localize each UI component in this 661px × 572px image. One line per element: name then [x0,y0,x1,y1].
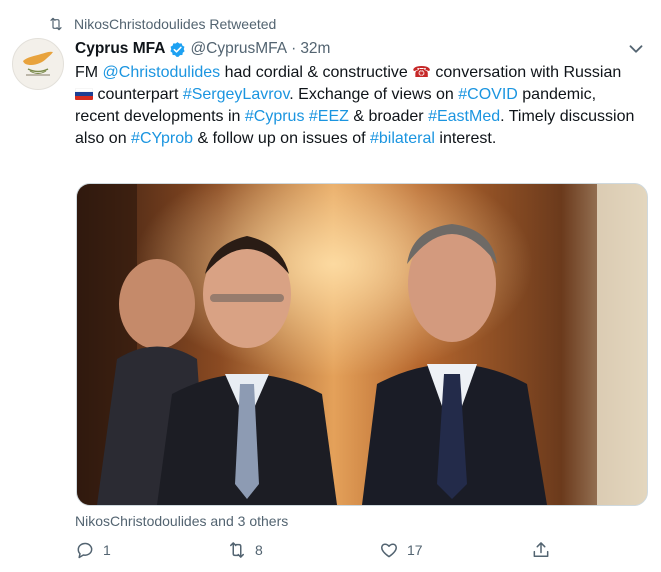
verified-badge-icon [170,41,186,57]
chevron-down-icon[interactable] [625,38,647,60]
reply-count: 1 [103,542,111,558]
cyprus-emblem-icon [23,51,53,76]
retweet-count: 8 [255,542,263,558]
author-handle[interactable]: @CyprusMFA [190,40,287,58]
tweet-photo[interactable] [76,183,648,506]
retweet-icon [230,542,244,558]
telephone-emoji-icon: ☎ [412,64,431,81]
share-icon [533,542,549,557]
avatar[interactable] [12,38,64,90]
reply-button[interactable]: 1 [75,540,111,560]
retweet-icon [50,17,62,31]
hashtag-link[interactable]: #COVID [458,86,518,103]
separator-dot: · [291,40,297,57]
tweet-actions: 1 8 17 [75,540,575,566]
liked-by-context[interactable]: NikosChristodoulides and 3 others [75,513,288,529]
retweet-label: NikosChristodoulides Retweeted [74,16,277,32]
like-button[interactable]: 17 [379,540,423,560]
hashtag-link[interactable]: #SergeyLavrov [183,86,289,103]
reply-icon [77,542,93,559]
hashtag-link[interactable]: #Cyprus [245,108,305,125]
tweet-header: Cyprus MFA @CyprusMFA · 32m [75,38,641,60]
mention-link[interactable]: @Christodulides [103,64,221,81]
retweet-context[interactable]: NikosChristodoulides Retweeted [48,14,276,34]
hashtag-link[interactable]: #CYprob [131,130,193,147]
share-button[interactable] [531,540,551,560]
heart-icon [380,543,398,558]
hashtag-link[interactable]: #bilateral [370,130,435,147]
hashtag-link[interactable]: #EastMed [428,108,500,125]
russia-flag-icon [75,88,93,100]
retweet-button[interactable]: 8 [227,540,263,560]
author-name[interactable]: Cyprus MFA [75,40,165,58]
hashtag-link[interactable]: #EEZ [309,108,349,125]
tweet-text: FM @Christodulides had cordial & constru… [75,64,635,147]
like-count: 17 [407,542,423,558]
timestamp[interactable]: 32m [300,40,330,58]
